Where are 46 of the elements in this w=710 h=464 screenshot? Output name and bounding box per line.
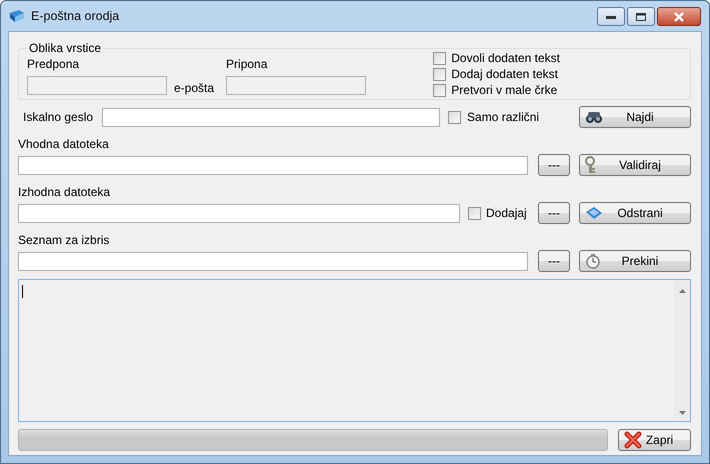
checkbox[interactable] — [433, 68, 446, 80]
browse-button[interactable]: --- — [538, 154, 570, 176]
validate-button[interactable]: Validiraj — [579, 154, 691, 176]
delete-list-label: Seznam za izbris — [18, 233, 110, 247]
checkbox-label: Samo različni — [467, 110, 540, 124]
stopwatch-icon — [585, 253, 601, 269]
find-button[interactable]: Najdi — [579, 106, 691, 128]
maximize-icon — [636, 12, 646, 20]
minimize-icon — [606, 14, 616, 18]
scrollbar[interactable] — [674, 280, 690, 421]
maximize-button[interactable] — [627, 7, 655, 26]
close-button[interactable] — [657, 7, 701, 26]
scroll-down-icon — [678, 411, 686, 415]
delete-list-field[interactable] — [18, 252, 528, 270]
browse-button[interactable]: --- — [538, 250, 570, 272]
checkbox-label: Dodaj dodaten tekst — [451, 67, 558, 81]
output-file-label: Izhodna datoteka — [18, 185, 112, 199]
email-label: e-pošta — [174, 81, 214, 95]
search-label: Iskalno geslo — [23, 110, 94, 124]
checkbox-label: Dodajaj — [486, 206, 527, 220]
checkbox[interactable] — [433, 84, 446, 96]
app-icon — [9, 9, 25, 23]
minimize-button[interactable] — [597, 7, 625, 26]
binoculars-icon — [585, 110, 603, 124]
close-dialog-button[interactable]: Zapri — [618, 429, 691, 451]
remove-button[interactable]: Odstrani — [579, 202, 691, 224]
checkbox[interactable] — [468, 206, 481, 220]
scroll-up-icon — [678, 289, 686, 293]
close-icon — [624, 431, 642, 449]
output-file-field[interactable] — [18, 204, 460, 222]
text-cursor — [22, 285, 23, 298]
input-file-field[interactable] — [18, 156, 528, 174]
suffix-label: Pripona — [226, 57, 268, 71]
search-field[interactable] — [102, 108, 440, 126]
eraser-icon — [585, 206, 603, 220]
group-title: Oblika vrstice — [26, 41, 104, 55]
window-title: E-poštna orodja — [31, 9, 120, 23]
stop-button[interactable]: Prekini — [579, 250, 691, 272]
browse-button[interactable]: --- — [538, 202, 570, 224]
input-file-label: Vhodna datoteka — [18, 137, 110, 151]
checkbox-label: Pretvori v male črke — [451, 83, 558, 97]
close-icon — [673, 12, 685, 22]
checkbox[interactable] — [448, 110, 462, 124]
prefix-label: Predpona — [27, 57, 80, 71]
checkbox[interactable] — [433, 52, 446, 64]
checkbox-label: Dovoli dodaten tekst — [451, 51, 560, 65]
